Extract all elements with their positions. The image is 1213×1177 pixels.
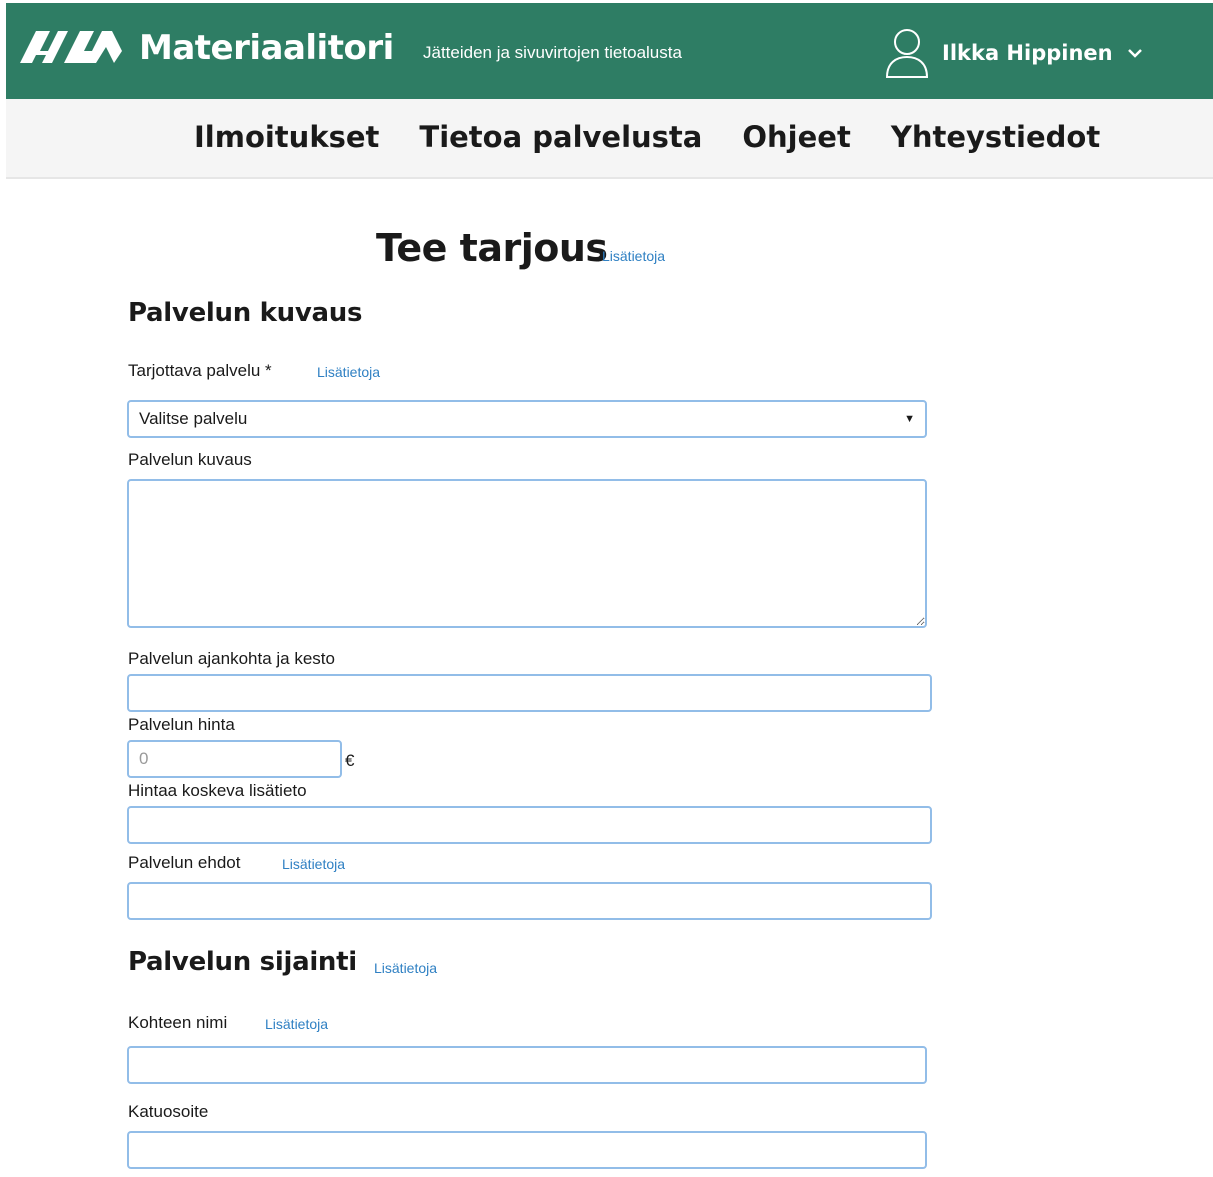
page-info-link[interactable]: Lisätietoja	[602, 248, 665, 264]
terms-label: Palvelun ehdot	[128, 853, 241, 872]
top-header: Materiaalitori Jätteiden ja sivuvirtojen…	[6, 3, 1213, 99]
offered-service-selected-value: Valitse palvelu	[139, 409, 248, 428]
offered-service-info-link[interactable]: Lisätietoja	[317, 364, 380, 380]
brand-name[interactable]: Materiaalitori	[139, 28, 394, 68]
street-address-input[interactable]	[127, 1131, 927, 1169]
site-name-label: Kohteen nimi	[128, 1013, 228, 1032]
nav-item-yhteystiedot[interactable]: Yhteystiedot	[891, 117, 1100, 157]
description-label: Palvelun kuvaus	[128, 450, 252, 469]
location-info-link[interactable]: Lisätietoja	[374, 960, 437, 976]
user-avatar-icon	[885, 29, 929, 78]
price-input[interactable]	[127, 740, 342, 778]
chevron-down-icon	[1127, 49, 1142, 58]
price-info-input[interactable]	[127, 806, 932, 844]
timing-input[interactable]	[127, 674, 932, 712]
offered-service-label: Tarjottava palvelu *	[128, 361, 272, 380]
site-name-input[interactable]	[127, 1046, 927, 1084]
terms-input[interactable]	[127, 882, 932, 920]
offered-service-select[interactable]: Valitse palvelu ▼	[127, 400, 927, 438]
nav-item-ilmoitukset[interactable]: Ilmoitukset	[194, 117, 379, 157]
dropdown-arrow-icon: ▼	[904, 413, 915, 425]
currency-symbol: €	[345, 751, 355, 770]
user-menu[interactable]: Ilkka Hippinen	[884, 25, 1143, 81]
description-textarea[interactable]	[127, 479, 927, 628]
section-heading-service-description: Palvelun kuvaus	[128, 298, 363, 328]
section-heading-service-location: Palvelun sijainti	[128, 947, 357, 977]
brand-tagline: Jätteiden ja sivuvirtojen tietoalusta	[423, 43, 682, 62]
page-title: Tee tarjous	[376, 226, 608, 270]
street-address-label: Katuosoite	[128, 1102, 209, 1121]
price-info-label: Hintaa koskeva lisätieto	[128, 781, 307, 800]
materiaalitori-logo-icon[interactable]	[18, 25, 130, 65]
nav-item-tietoa-palvelusta[interactable]: Tietoa palvelusta	[419, 117, 702, 157]
user-name: Ilkka Hippinen	[942, 41, 1113, 65]
timing-label: Palvelun ajankohta ja kesto	[128, 649, 335, 668]
nav-item-ohjeet[interactable]: Ohjeet	[742, 117, 850, 157]
price-label: Palvelun hinta	[128, 715, 235, 734]
terms-info-link[interactable]: Lisätietoja	[282, 856, 345, 872]
site-name-info-link[interactable]: Lisätietoja	[265, 1016, 328, 1032]
main-nav: Ilmoitukset Tietoa palvelusta Ohjeet Yht…	[6, 99, 1213, 179]
